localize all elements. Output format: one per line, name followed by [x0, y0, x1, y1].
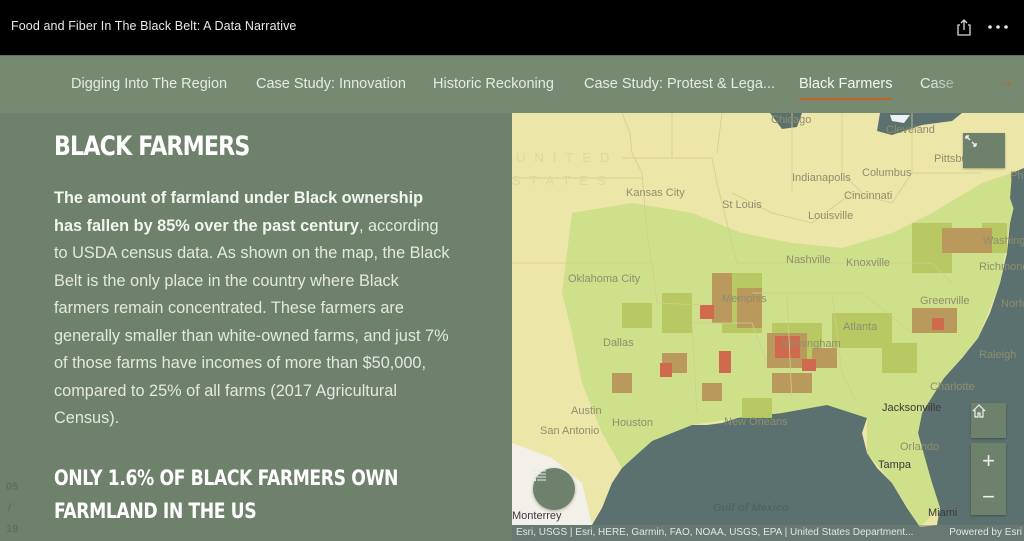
section-heading: BLACK FARMERS — [54, 131, 250, 162]
city-label: Louisville — [808, 210, 854, 222]
tab-black-farmers[interactable]: Black Farmers — [799, 76, 893, 100]
city-label: Memphis — [722, 293, 767, 305]
city-label: Dallas — [603, 337, 634, 349]
more-options-button[interactable] — [986, 17, 1010, 37]
home-icon — [972, 404, 986, 418]
city-label: Philadelphia — [1010, 170, 1024, 182]
home-button[interactable] — [971, 403, 1006, 438]
more-options-icon — [988, 25, 1008, 29]
city-label: Houston — [612, 417, 653, 429]
tab-case-study-innovation[interactable]: Case Study: Innovation — [256, 76, 406, 92]
city-label: Oklahoma City — [568, 273, 640, 285]
city-label: Miami — [928, 507, 958, 519]
city-label: Knoxville — [846, 257, 891, 269]
city-label: Charlotte — [930, 381, 975, 393]
section-body: The amount of farmland under Black owner… — [54, 185, 454, 433]
app-title: Food and Fiber In The Black Belt: A Data… — [11, 19, 297, 33]
city-label: Greenville — [920, 295, 970, 307]
tab-case-study-protest[interactable]: Case Study: Protest & Lega... — [584, 76, 775, 92]
page-current: 05 — [6, 481, 19, 493]
share-icon — [957, 19, 971, 36]
section-nav: Digging Into The Region Case Study: Inno… — [0, 55, 1024, 113]
powered-by-esri-link[interactable]: Powered by Esri — [949, 525, 1022, 541]
tab-digging-into-the-region[interactable]: Digging Into The Region — [71, 76, 227, 92]
attribution-text[interactable]: Esri, USGS | Esri, HERE, Garmin, FAO, NO… — [516, 527, 913, 538]
nav-fade — [930, 56, 970, 113]
city-name: Oklahoma City — [568, 273, 641, 285]
share-button[interactable] — [955, 17, 973, 37]
legend-button[interactable] — [533, 468, 575, 510]
city-label: Chicago — [771, 114, 812, 126]
narrative-panel: BLACK FARMERS The amount of farmland und… — [0, 113, 512, 541]
city-label: Orlando — [900, 441, 940, 453]
city-label: St Louis — [722, 199, 762, 211]
water-label: Gulf of Mexico — [713, 502, 789, 514]
zoom-in-button[interactable]: + — [971, 443, 1006, 479]
city-label: Indianapolis — [792, 172, 851, 184]
country-label: UNITED — [516, 150, 619, 165]
city-label: Kansas City — [626, 187, 685, 199]
city-label: Atlanta — [843, 321, 878, 333]
city-label: Columbus — [862, 167, 912, 179]
city-label: Cleveland — [886, 124, 935, 136]
city-label: Cincinnati — [844, 190, 893, 202]
zoom-controls: + − — [971, 443, 1006, 515]
city-label: Nashville — [786, 254, 831, 266]
city-label: San Antonio — [540, 425, 600, 437]
tab-historic-reckoning[interactable]: Historic Reckoning — [433, 76, 554, 92]
map-view[interactable]: UNITED STATES Chicago Cleveland Pittsbur… — [512, 113, 1024, 541]
body-text: , according to USDA census data. As show… — [54, 216, 450, 428]
city-label: Austin — [571, 405, 602, 417]
city-label: Norfolk — [1001, 298, 1024, 310]
map-attribution: Esri, USGS | Esri, HERE, Garmin, FAO, NO… — [512, 525, 1024, 541]
country-label: STATES — [512, 173, 615, 188]
expand-icon — [965, 135, 977, 147]
legend-list-icon — [534, 470, 546, 481]
nav-next-arrow-icon[interactable]: → — [998, 73, 1014, 91]
app-header: Food and Fiber In The Black Belt: A Data… — [0, 0, 1024, 55]
fullscreen-button[interactable] — [963, 133, 1005, 168]
city-label: Raleigh — [979, 349, 1017, 361]
city-label: Monterrey — [512, 510, 562, 522]
city-label: Birmingham — [782, 338, 841, 350]
section-subheading: ONLY 1.6% OF BLACK FARMERS OWN FARMLAND … — [54, 466, 399, 523]
page-separator: / — [8, 502, 12, 514]
city-label: New Orleans — [724, 416, 788, 428]
city-label: Washington — [983, 235, 1024, 247]
city-label: Jacksonville — [882, 402, 942, 414]
city-label: Richmond — [979, 261, 1024, 273]
zoom-out-button[interactable]: − — [971, 479, 1006, 515]
page-total: 19 — [6, 523, 19, 535]
page-indicator: 05 / 19 — [6, 477, 18, 540]
city-label: Tampa — [878, 459, 912, 471]
